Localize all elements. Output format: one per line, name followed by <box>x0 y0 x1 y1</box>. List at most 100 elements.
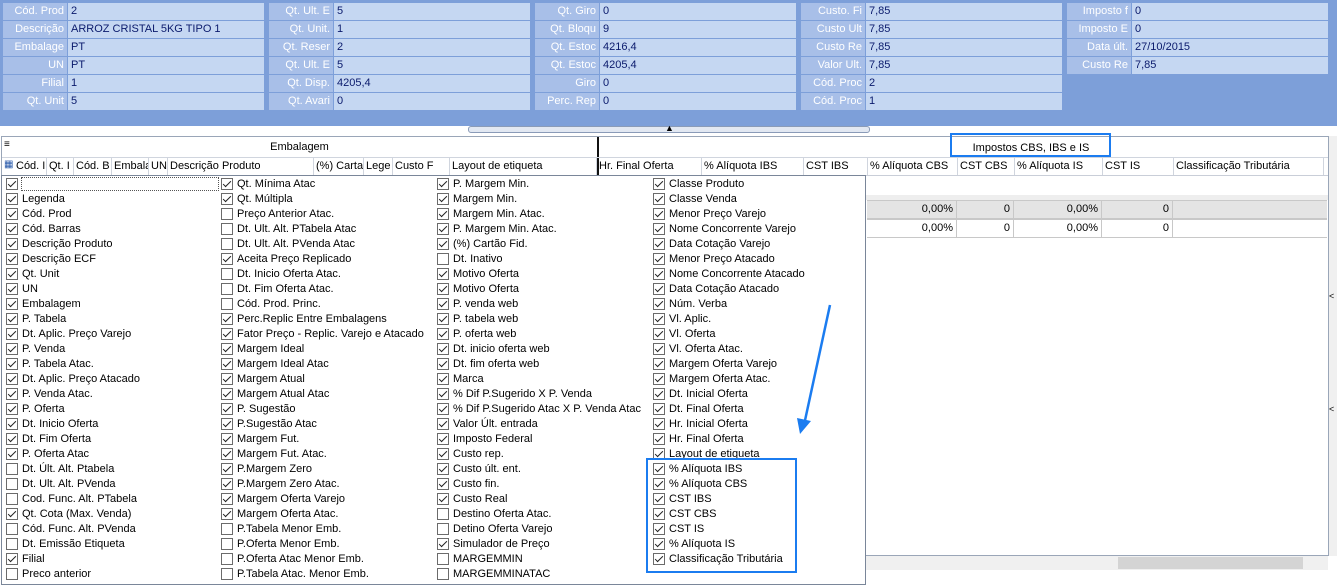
checkbox-checked[interactable] <box>6 253 18 265</box>
column-toggle-item[interactable]: Qt. Mínima Atac <box>219 177 433 192</box>
checkbox-checked[interactable] <box>653 268 665 280</box>
checkbox-checked[interactable] <box>653 193 665 205</box>
column-toggle-item[interactable] <box>4 177 219 192</box>
checkbox-checked[interactable] <box>437 268 449 280</box>
info-value[interactable]: 0 <box>1132 3 1328 20</box>
column-header[interactable]: Classificação Tributária <box>1174 158 1324 175</box>
checkbox-unchecked[interactable] <box>221 538 233 550</box>
column-toggle-item[interactable]: Margem Ideal <box>219 342 433 357</box>
checkbox-unchecked[interactable] <box>221 568 233 580</box>
column-toggle-item[interactable]: Data Cotação Varejo <box>651 237 865 252</box>
checkbox-checked[interactable] <box>6 193 18 205</box>
checkbox-checked[interactable] <box>437 493 449 505</box>
panel-splitter[interactable]: ▲ <box>468 123 870 133</box>
checkbox-checked[interactable] <box>6 343 18 355</box>
column-header[interactable]: Lege <box>364 158 393 175</box>
checkbox-unchecked[interactable] <box>437 553 449 565</box>
column-toggle-item[interactable]: P.Oferta Menor Emb. <box>219 537 433 552</box>
chevron-up-icon[interactable]: ▲ <box>665 123 674 133</box>
column-toggle-item[interactable]: P.Sugestão Atac <box>219 417 433 432</box>
column-toggle-item[interactable]: MARGEMMIN <box>435 552 649 567</box>
column-toggle-item[interactable]: Valor Últ. entrada <box>435 417 649 432</box>
checkbox-checked[interactable] <box>437 538 449 550</box>
column-header[interactable]: Hr. Final Oferta <box>597 158 702 175</box>
checkbox-checked[interactable] <box>6 268 18 280</box>
checkbox-checked[interactable] <box>221 493 233 505</box>
checkbox-checked[interactable] <box>653 253 665 265</box>
column-toggle-item[interactable]: P. Oferta <box>4 402 218 417</box>
info-value[interactable]: 4216,4 <box>600 39 796 56</box>
column-header[interactable]: Custo F <box>393 158 450 175</box>
checkbox-checked[interactable] <box>653 373 665 385</box>
column-toggle-item[interactable]: Detino Oferta Varejo <box>435 522 649 537</box>
column-toggle-item[interactable]: Dt. Emissão Etiqueta <box>4 537 218 552</box>
checkbox-checked[interactable] <box>437 418 449 430</box>
column-header[interactable]: Layout de etiqueta <box>450 158 597 175</box>
column-toggle-item[interactable]: Menor Preço Varejo <box>651 207 865 222</box>
column-header[interactable]: % Alíquota IS <box>1015 158 1103 175</box>
column-toggle-item[interactable]: Perc.Replic Entre Embalagens <box>219 312 433 327</box>
column-toggle-item[interactable]: Motivo Oferta <box>435 267 649 282</box>
info-value[interactable]: 1 <box>866 93 1062 110</box>
checkbox-checked[interactable] <box>6 388 18 400</box>
checkbox-checked[interactable] <box>6 223 18 235</box>
column-toggle-item[interactable]: Dt. Fim Oferta <box>4 432 218 447</box>
column-toggle-item[interactable]: Cód. Barras <box>4 222 218 237</box>
checkbox-unchecked[interactable] <box>221 268 233 280</box>
column-toggle-item[interactable]: Dt. fim oferta web <box>435 357 649 372</box>
info-value[interactable]: 7,85 <box>866 57 1062 74</box>
info-value[interactable]: ARROZ CRISTAL 5KG TIPO 1 <box>68 21 264 38</box>
checkbox-checked[interactable] <box>6 283 18 295</box>
checkbox-checked[interactable] <box>653 208 665 220</box>
column-toggle-item[interactable]: Motivo Oferta <box>435 282 649 297</box>
column-toggle-item[interactable]: Cód. Func. Alt. PVenda <box>4 522 218 537</box>
info-value[interactable]: PT <box>68 57 264 74</box>
column-toggle-item[interactable]: Dt. Ult. Alt. PTabela Atac <box>219 222 433 237</box>
column-toggle-item[interactable]: Dt. Ult. Alt. PVenda <box>4 477 218 492</box>
checkbox-unchecked[interactable] <box>437 523 449 535</box>
column-toggle-item[interactable]: Dt. Inicio Oferta <box>4 417 218 432</box>
checkbox-checked[interactable] <box>653 283 665 295</box>
checkbox-checked[interactable] <box>6 403 18 415</box>
checkbox-checked[interactable] <box>6 328 18 340</box>
column-toggle-item[interactable]: Margem Fut. Atac. <box>219 447 433 462</box>
column-toggle-item[interactable]: Dt. inicio oferta web <box>435 342 649 357</box>
info-value[interactable]: 7,85 <box>866 21 1062 38</box>
table-cell[interactable]: 0,00% <box>1014 201 1102 218</box>
info-value[interactable]: 2 <box>866 75 1062 92</box>
column-toggle-item[interactable]: Descrição Produto <box>4 237 218 252</box>
checkbox-checked[interactable] <box>221 478 233 490</box>
column-toggle-item[interactable]: Custo fin. <box>435 477 649 492</box>
table-cell[interactable]: 0,00% <box>1014 220 1102 237</box>
checkbox-checked[interactable] <box>6 238 18 250</box>
checkbox-checked[interactable] <box>437 448 449 460</box>
checkbox-checked[interactable] <box>6 208 18 220</box>
column-toggle-item[interactable]: Margem Ideal Atac <box>219 357 433 372</box>
checkbox-checked[interactable] <box>6 373 18 385</box>
column-toggle-item[interactable]: Aceita Preço Replicado <box>219 252 433 267</box>
checkbox-checked[interactable] <box>6 178 18 190</box>
column-toggle-item[interactable]: Margem Oferta Varejo <box>219 492 433 507</box>
checkbox-checked[interactable] <box>221 433 233 445</box>
column-toggle-item[interactable]: Embalagem <box>4 297 218 312</box>
column-toggle-item[interactable]: Margem Oferta Atac. <box>219 507 433 522</box>
checkbox-checked[interactable] <box>437 238 449 250</box>
column-toggle-item[interactable]: P.Oferta Atac Menor Emb. <box>219 552 433 567</box>
column-header[interactable]: Cód. I <box>14 158 47 175</box>
checkbox-unchecked[interactable] <box>6 523 18 535</box>
column-toggle-item[interactable]: Preco anterior <box>4 567 218 582</box>
checkbox-unchecked[interactable] <box>221 238 233 250</box>
checkbox-unchecked[interactable] <box>221 523 233 535</box>
column-toggle-item[interactable]: Qt. Múltipla <box>219 192 433 207</box>
checkbox-checked[interactable] <box>437 283 449 295</box>
column-toggle-item[interactable]: Dt. Aplic. Preço Atacado <box>4 372 218 387</box>
column-header[interactable]: (%) Carta <box>314 158 364 175</box>
checkbox-unchecked[interactable] <box>437 508 449 520</box>
column-toggle-item[interactable]: Nome Concorrente Atacado <box>651 267 865 282</box>
column-toggle-item[interactable]: P. Margem Min. Atac. <box>435 222 649 237</box>
column-toggle-item[interactable]: Cod. Func. Alt. PTabela <box>4 492 218 507</box>
column-toggle-item[interactable]: Dt. Ult. Alt. PVenda Atac <box>219 237 433 252</box>
column-header[interactable]: Descrição Produto <box>168 158 314 175</box>
column-toggle-item[interactable]: UN <box>4 282 218 297</box>
checkbox-checked[interactable] <box>437 208 449 220</box>
